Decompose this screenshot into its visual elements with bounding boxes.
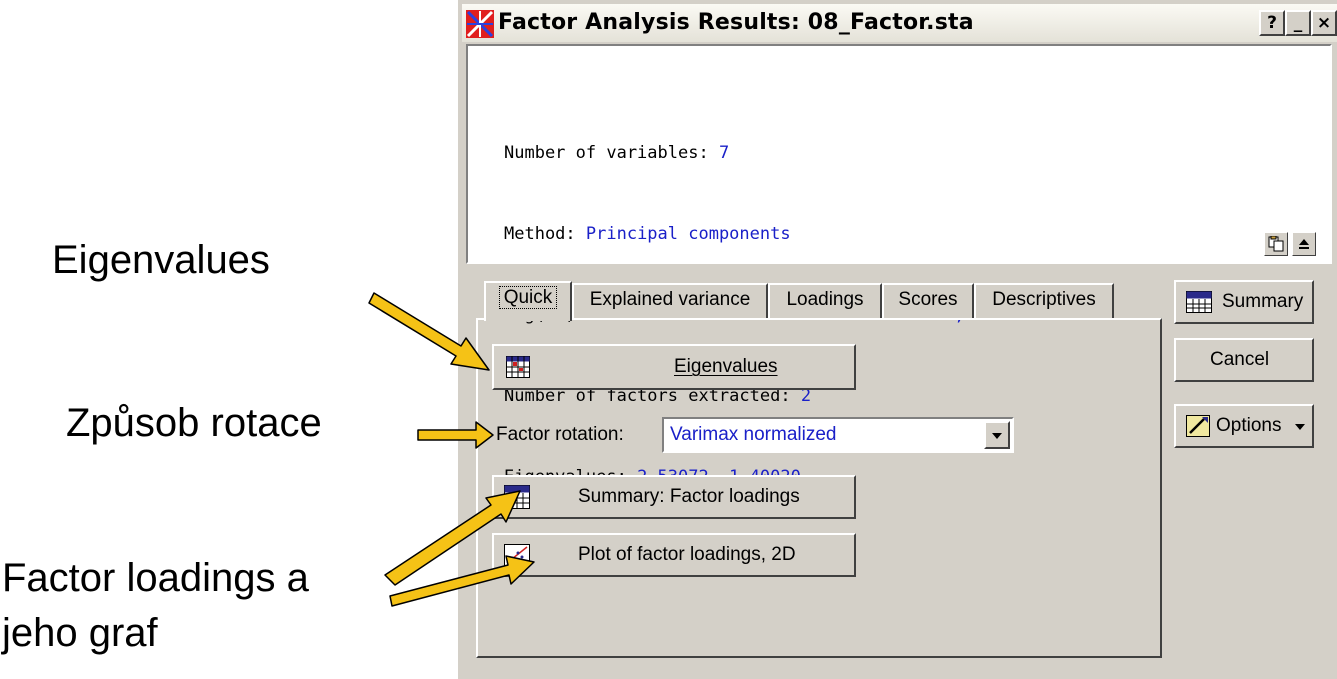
annotation-arrows — [368, 292, 535, 607]
arrow-to-eigenvalues — [368, 292, 490, 371]
tab-quick[interactable]: Quick — [484, 281, 572, 321]
arrow-to-factor-rotation — [417, 421, 494, 449]
